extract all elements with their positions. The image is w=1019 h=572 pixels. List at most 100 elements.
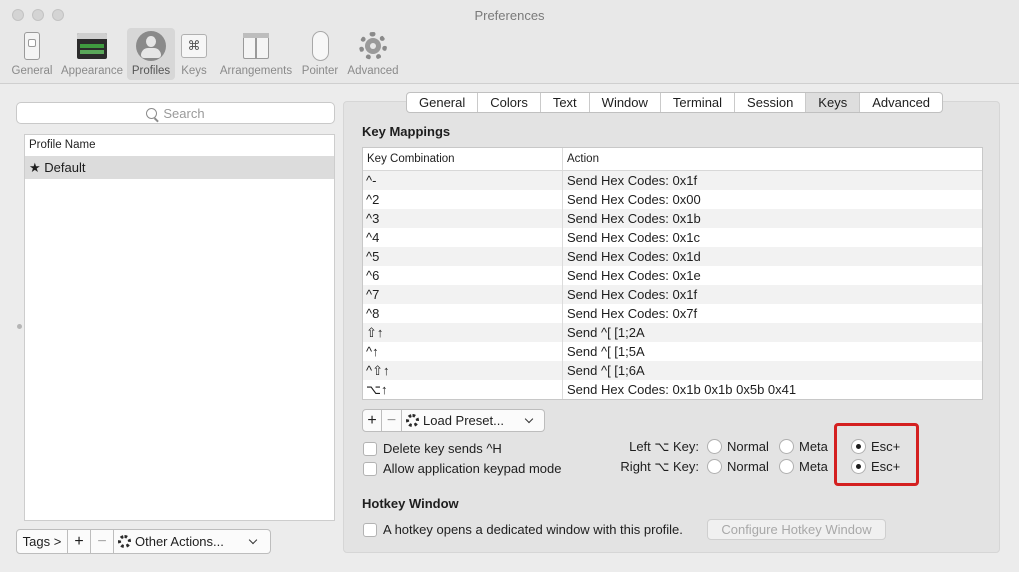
table-row[interactable]: ^3 Send Hex Codes: 0x1b	[363, 209, 982, 228]
tab-general[interactable]: General	[407, 93, 477, 112]
radio-label: Meta	[799, 439, 828, 454]
key-combination-column-header[interactable]: Key Combination	[363, 148, 563, 170]
action-column-header[interactable]: Action	[563, 148, 599, 170]
checkbox-box[interactable]	[363, 522, 377, 537]
toolbar-profiles[interactable]: Profiles	[127, 28, 175, 80]
gear-icon	[406, 414, 419, 427]
toolbar-general-label: General	[11, 65, 53, 77]
tab-window[interactable]: Window	[588, 93, 660, 112]
table-row[interactable]: ^↑ Send ^[ [1;5A	[363, 342, 982, 361]
right-option-meta-radio[interactable]: Meta	[779, 459, 828, 474]
toolbar-keys[interactable]: ⌘ Keys	[176, 28, 212, 80]
keys-glyph: ⌘	[181, 34, 207, 58]
gear-icon	[118, 535, 131, 548]
key-cell: ⌥↑	[363, 380, 563, 399]
delete-key-sends-h-checkbox[interactable]: Delete key sends ^H	[363, 441, 502, 456]
radio-label: Normal	[727, 439, 769, 454]
add-profile-button[interactable]: +	[68, 529, 91, 554]
appearance-window-icon	[76, 30, 108, 62]
table-row[interactable]: ^4 Send Hex Codes: 0x1c	[363, 228, 982, 247]
key-cell: ^7	[363, 285, 563, 304]
profile-list: Profile Name ★ Default	[24, 134, 335, 521]
tab-advanced[interactable]: Advanced	[859, 93, 942, 112]
toolbar-general[interactable]: General	[8, 28, 56, 80]
tab-terminal[interactable]: Terminal	[659, 93, 734, 112]
key-cell: ^3	[363, 209, 563, 228]
remove-profile-button[interactable]: −	[91, 529, 114, 554]
key-cell: ^6	[363, 266, 563, 285]
profile-item-default[interactable]: ★ Default	[25, 157, 334, 179]
radio-circle[interactable]	[779, 459, 794, 474]
toolbar-profiles-label: Profiles	[131, 65, 171, 77]
tab-text[interactable]: Text	[539, 93, 589, 112]
preferences-window: Preferences General Appearance Profiles …	[0, 0, 1019, 572]
toolbar-pointer-label: Pointer	[301, 65, 339, 77]
keys-command-icon: ⌘	[178, 30, 210, 62]
action-cell: Send Hex Codes: 0x1c	[567, 230, 700, 245]
left-option-meta-radio[interactable]: Meta	[779, 439, 828, 454]
search-icon	[146, 107, 158, 119]
table-row[interactable]: ^6 Send Hex Codes: 0x1e	[363, 266, 982, 285]
toolbar-appearance[interactable]: Appearance	[58, 28, 126, 80]
toolbar-advanced[interactable]: Advanced	[345, 28, 401, 80]
advanced-gear-icon	[357, 30, 389, 62]
action-cell: Send ^[ [1;6A	[567, 363, 645, 378]
action-cell: Send Hex Codes: 0x1f	[567, 173, 698, 188]
table-row[interactable]: ^8 Send Hex Codes: 0x7f	[363, 304, 982, 323]
delete-key-label: Delete key sends ^H	[383, 441, 502, 456]
split-view-handle[interactable]	[17, 324, 22, 329]
table-row[interactable]: ^2 Send Hex Codes: 0x00	[363, 190, 982, 209]
load-preset-dropdown[interactable]: Load Preset...	[402, 409, 545, 432]
key-cell: ^↑	[363, 342, 563, 361]
window-title: Preferences	[474, 8, 545, 23]
right-option-key-label: Right ⌥ Key:	[620, 459, 699, 474]
configure-hotkey-window-button[interactable]: Configure Hotkey Window	[707, 519, 886, 540]
left-option-normal-radio[interactable]: Normal	[707, 439, 769, 454]
checkbox-box[interactable]	[363, 461, 377, 476]
radio-circle[interactable]	[707, 439, 722, 454]
radio-circle[interactable]	[779, 439, 794, 454]
remove-mapping-button[interactable]: −	[382, 409, 402, 432]
key-cell: ⇧↑	[363, 323, 563, 342]
radio-circle[interactable]	[707, 459, 722, 474]
arrangements-window-icon	[240, 30, 272, 62]
application-keypad-checkbox[interactable]: Allow application keypad mode	[363, 461, 562, 476]
toolbar-arrangements-label: Arrangements	[219, 65, 293, 77]
action-cell: Send Hex Codes: 0x1b 0x1b 0x5b 0x41	[567, 382, 797, 397]
profile-actions-bar: Tags > + − Other Actions...	[16, 529, 271, 554]
tags-button[interactable]: Tags >	[16, 529, 68, 554]
table-row[interactable]: ^- Send Hex Codes: 0x1f	[363, 171, 982, 190]
profile-search-input[interactable]: Search	[16, 102, 335, 124]
table-row[interactable]: ⌥↑ Send Hex Codes: 0x1b 0x1b 0x5b 0x41	[363, 380, 982, 399]
tab-session[interactable]: Session	[734, 93, 805, 112]
titlebar: Preferences General Appearance Profiles …	[0, 0, 1019, 84]
tab-colors[interactable]: Colors	[477, 93, 540, 112]
key-cell: ^-	[363, 171, 563, 190]
checkbox-box[interactable]	[363, 441, 377, 456]
profiles-person-icon	[135, 30, 167, 62]
table-row[interactable]: ^7 Send Hex Codes: 0x1f	[363, 285, 982, 304]
profile-name-column-header[interactable]: Profile Name	[25, 135, 334, 157]
other-actions-dropdown[interactable]: Other Actions...	[114, 529, 271, 554]
table-row[interactable]: ^5 Send Hex Codes: 0x1d	[363, 247, 982, 266]
radio-label: Meta	[799, 459, 828, 474]
chevron-down-icon	[524, 414, 534, 423]
action-cell: Send Hex Codes: 0x00	[567, 192, 701, 207]
key-mappings-rows: ^- Send Hex Codes: 0x1f ^2 Send Hex Codes:…	[363, 171, 982, 399]
table-row[interactable]: ⇧↑ Send ^[ [1;2A	[363, 323, 982, 342]
toolbar-arrangements[interactable]: Arrangements	[216, 28, 296, 80]
action-cell: Send Hex Codes: 0x1d	[567, 249, 701, 264]
toolbar-appearance-label: Appearance	[60, 65, 124, 77]
right-option-normal-radio[interactable]: Normal	[707, 459, 769, 474]
profile-tabs: General Colors Text Window Terminal Sess…	[406, 92, 944, 113]
hotkey-window-title: Hotkey Window	[362, 496, 459, 511]
action-cell: Send Hex Codes: 0x1e	[567, 268, 701, 283]
toolbar-keys-label: Keys	[181, 65, 207, 77]
toolbar-pointer[interactable]: Pointer	[298, 28, 342, 80]
chevron-down-icon	[248, 535, 258, 544]
key-cell: ^2	[363, 190, 563, 209]
hotkey-window-checkbox[interactable]: A hotkey opens a dedicated window with t…	[363, 522, 683, 537]
table-row[interactable]: ^⇧↑ Send ^[ [1;6A	[363, 361, 982, 380]
tab-keys[interactable]: Keys	[805, 93, 860, 112]
add-mapping-button[interactable]: +	[362, 409, 382, 432]
